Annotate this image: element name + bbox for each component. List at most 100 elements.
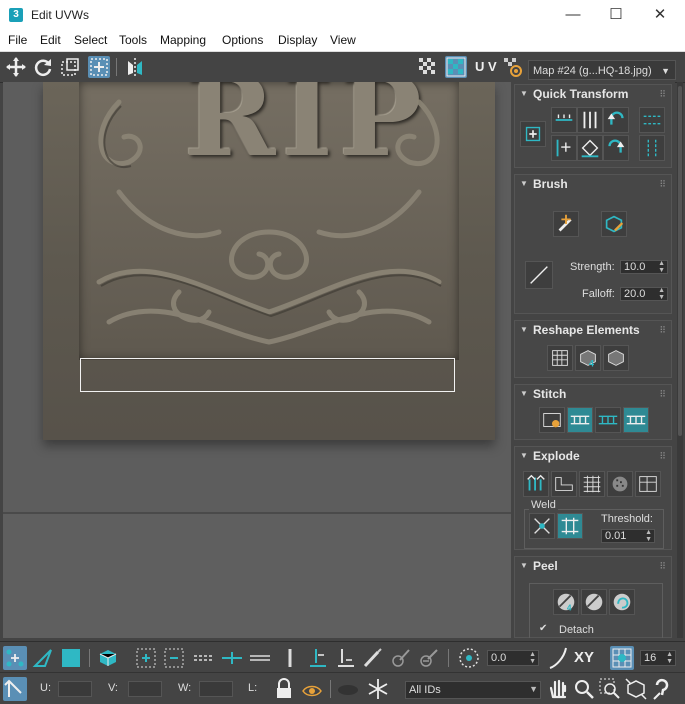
menu-display[interactable]: Display bbox=[278, 33, 317, 47]
select-vertical-icon[interactable] bbox=[278, 646, 302, 670]
maximize-button[interactable]: ☐ bbox=[593, 0, 639, 30]
w-field[interactable] bbox=[199, 681, 233, 697]
weld-selected-icon[interactable] bbox=[529, 513, 555, 539]
detach-edge-icon[interactable] bbox=[551, 471, 577, 497]
paint-select-icon[interactable] bbox=[360, 646, 384, 670]
close-button[interactable]: ✕ bbox=[637, 0, 683, 30]
weld-all-icon[interactable] bbox=[557, 513, 583, 539]
collapse-arrow-icon[interactable]: ▼ bbox=[520, 179, 528, 188]
paint-select-grow-icon[interactable] bbox=[388, 646, 412, 670]
stitch-to-source-icon[interactable] bbox=[623, 407, 649, 433]
pan-hand-icon[interactable] bbox=[546, 677, 570, 701]
rotate-cw-icon[interactable] bbox=[603, 135, 629, 161]
falloff-spinner[interactable]: 20.0 ▲ ▼ bbox=[620, 287, 668, 301]
collapse-arrow-icon[interactable]: ▼ bbox=[520, 325, 528, 334]
threshold-spinner[interactable]: 0.01 ▲ ▼ bbox=[601, 529, 655, 543]
menu-select[interactable]: Select bbox=[74, 33, 107, 47]
freeform-mode-icon[interactable] bbox=[88, 56, 110, 78]
grid-straighten-icon[interactable] bbox=[547, 345, 573, 371]
space-vertical-icon[interactable] bbox=[639, 135, 665, 161]
space-horizontal-icon[interactable] bbox=[639, 107, 665, 133]
absolute-offset-icon[interactable] bbox=[3, 677, 27, 701]
polygon-mode-icon[interactable] bbox=[59, 646, 83, 670]
align-horizontal-icon[interactable] bbox=[551, 107, 577, 133]
soft-selection-curve-icon[interactable] bbox=[546, 646, 570, 670]
scale-icon[interactable] bbox=[59, 56, 81, 78]
spinner-arrows-icon[interactable]: ▲ ▼ bbox=[658, 287, 665, 301]
peel-title[interactable]: Peel bbox=[533, 559, 558, 573]
stitch-to-target-icon[interactable] bbox=[567, 407, 593, 433]
flatten-by-polygon-icon[interactable] bbox=[635, 471, 661, 497]
brush-title[interactable]: Brush bbox=[533, 177, 568, 191]
menu-mapping[interactable]: Mapping bbox=[160, 33, 206, 47]
stitch-title[interactable]: Stitch bbox=[533, 387, 566, 401]
align-edge-icon[interactable] bbox=[334, 646, 358, 670]
menu-tools[interactable]: Tools bbox=[119, 33, 147, 47]
peel-mode-icon[interactable] bbox=[581, 589, 607, 615]
element-mode-icon[interactable] bbox=[96, 646, 120, 670]
uv-selection-rectangle[interactable] bbox=[80, 358, 455, 392]
ring-select-icon[interactable] bbox=[192, 646, 216, 670]
align-bottom-icon[interactable] bbox=[306, 646, 330, 670]
spinner-arrows-icon[interactable]: ▲ ▼ bbox=[658, 260, 665, 274]
collapse-arrow-icon[interactable]: ▼ bbox=[520, 561, 528, 570]
align-left-icon[interactable] bbox=[551, 135, 577, 161]
grid-size-spinner[interactable]: 16 ▲ ▼ bbox=[640, 650, 676, 666]
chevron-down-icon[interactable]: ▼ bbox=[529, 685, 538, 694]
minimize-button[interactable]: — bbox=[550, 0, 596, 30]
strength-spinner[interactable]: 10.0 ▲ ▼ bbox=[620, 260, 668, 274]
texture-settings-icon[interactable] bbox=[502, 56, 524, 78]
v-field[interactable] bbox=[128, 681, 162, 697]
uv-axis-label[interactable]: U V bbox=[475, 59, 497, 74]
rotation-snap-icon[interactable] bbox=[457, 646, 481, 670]
grid-snap-icon[interactable] bbox=[610, 646, 634, 670]
falloff-curve-icon[interactable] bbox=[525, 261, 553, 289]
show-map-icon[interactable] bbox=[445, 56, 467, 78]
relax-brush-icon[interactable] bbox=[601, 211, 627, 237]
collapse-arrow-icon[interactable]: ▼ bbox=[520, 451, 528, 460]
paint-select-shrink-icon[interactable] bbox=[416, 646, 440, 670]
quick-peel-icon[interactable]: 4 bbox=[553, 589, 579, 615]
hide-icon[interactable] bbox=[300, 677, 324, 701]
u-field[interactable] bbox=[58, 681, 92, 697]
menu-view[interactable]: View bbox=[330, 33, 356, 47]
edge-loop-icon[interactable] bbox=[248, 646, 272, 670]
reset-peel-icon[interactable] bbox=[609, 589, 635, 615]
uv-viewport[interactable]: RIP bbox=[3, 82, 511, 638]
collapse-arrow-icon[interactable]: ▼ bbox=[520, 389, 528, 398]
xy-coordinate-toggle[interactable]: XY bbox=[574, 649, 594, 666]
flatten-by-material-icon[interactable] bbox=[607, 471, 633, 497]
spinner-arrows-icon[interactable]: ▲ ▼ bbox=[666, 651, 673, 665]
zoom-region-icon[interactable] bbox=[598, 677, 622, 701]
spinner-arrows-icon[interactable]: ▲ ▼ bbox=[529, 651, 536, 665]
zoom-icon[interactable] bbox=[572, 677, 596, 701]
rotation-spinner[interactable]: 0.0 ▲ ▼ bbox=[487, 650, 539, 666]
shrink-selection-icon[interactable] bbox=[162, 646, 186, 670]
edge-mode-icon[interactable] bbox=[31, 646, 55, 670]
menu-file[interactable]: File bbox=[8, 33, 27, 47]
freeze-icon[interactable] bbox=[366, 677, 390, 701]
panel-scrollbar-thumb[interactable] bbox=[678, 86, 682, 436]
menu-options[interactable]: Options bbox=[222, 33, 263, 47]
rotate-icon[interactable] bbox=[32, 56, 54, 78]
lock-icon[interactable] bbox=[272, 677, 296, 701]
detach-checkbox[interactable]: ✔ bbox=[539, 623, 547, 634]
filter-eye-icon[interactable] bbox=[336, 677, 360, 701]
explode-title[interactable]: Explode bbox=[533, 449, 580, 463]
vertex-mode-icon[interactable] bbox=[3, 646, 27, 670]
texture-map-dropdown[interactable]: Map #24 (g...HQ-18.jpg) ▼ bbox=[528, 60, 676, 80]
pivot-icon[interactable] bbox=[520, 121, 546, 147]
relax-settings-icon[interactable] bbox=[603, 345, 629, 371]
help-icon[interactable] bbox=[650, 677, 674, 701]
reshape-elements-title[interactable]: Reshape Elements bbox=[533, 323, 640, 337]
zoom-extents-icon[interactable] bbox=[624, 677, 648, 701]
flatten-by-smoothing-icon[interactable] bbox=[579, 471, 605, 497]
relax-icon[interactable]: 4 bbox=[575, 345, 601, 371]
move-icon[interactable] bbox=[5, 56, 27, 78]
quick-transform-title[interactable]: Quick Transform bbox=[533, 87, 628, 101]
collapse-arrow-icon[interactable]: ▼ bbox=[520, 89, 528, 98]
grow-selection-icon[interactable] bbox=[134, 646, 158, 670]
rotate-ccw-icon[interactable] bbox=[603, 107, 629, 133]
stitch-custom-icon[interactable] bbox=[539, 407, 565, 433]
menu-edit[interactable]: Edit bbox=[40, 33, 61, 47]
